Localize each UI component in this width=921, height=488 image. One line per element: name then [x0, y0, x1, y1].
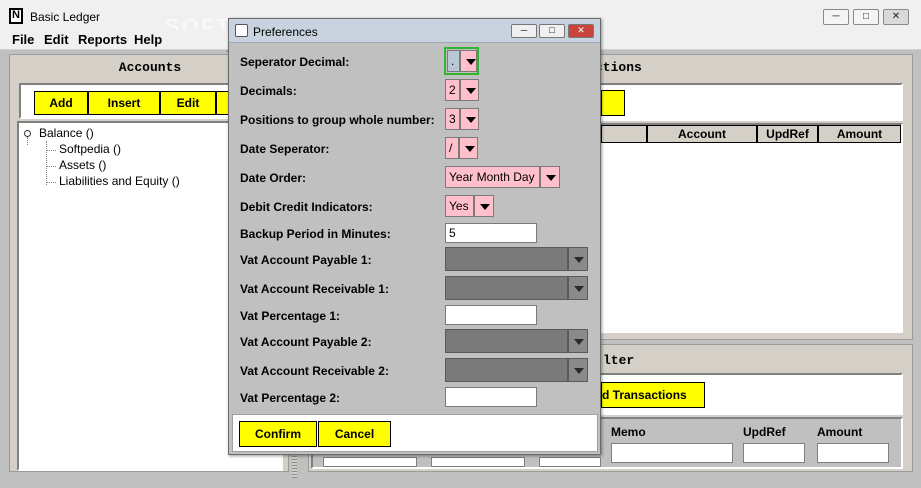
decimals-label: Decimals:: [240, 84, 297, 98]
dialog-title-bar[interactable]: Preferences ─ □ ✕: [229, 19, 600, 43]
vat-payable-2-dropdown-icon[interactable]: [568, 329, 588, 353]
debit-credit-dropdown-icon[interactable]: [474, 195, 494, 217]
menu-edit[interactable]: Edit: [44, 32, 69, 47]
vat-payable-2-label: Vat Account Payable 2:: [240, 335, 372, 349]
insert-account-button[interactable]: Insert: [88, 91, 160, 115]
column-header-blank[interactable]: [601, 125, 647, 143]
updref-label: UpdRef: [743, 425, 786, 439]
tree-connector: [46, 141, 47, 185]
menu-help[interactable]: Help: [134, 32, 162, 47]
dialog-close-icon[interactable]: ✕: [568, 24, 594, 38]
date-order-combo[interactable]: Year Month Day: [445, 166, 540, 188]
edit-account-button[interactable]: Edit: [160, 91, 216, 115]
maximize-icon[interactable]: □: [853, 9, 879, 25]
filter-field-3[interactable]: [539, 457, 601, 467]
backup-period-input[interactable]: 5: [445, 223, 537, 243]
vat-payable-1-combo[interactable]: [445, 247, 568, 271]
date-order-label: Date Order:: [240, 171, 307, 185]
dialog-footer: Confirm Cancel: [232, 414, 598, 452]
memo-input[interactable]: [611, 443, 733, 463]
cancel-button[interactable]: Cancel: [318, 421, 391, 447]
find-transactions-button[interactable]: d Transactions: [601, 382, 705, 408]
amount-input[interactable]: [817, 443, 889, 463]
group-positions-combo[interactable]: 3: [445, 108, 460, 130]
vat-receivable-1-dropdown-icon[interactable]: [568, 276, 588, 300]
tree-connector: [46, 182, 56, 183]
vat-receivable-2-dropdown-icon[interactable]: [568, 358, 588, 382]
vat-receivable-2-combo[interactable]: [445, 358, 568, 382]
ledger-app-icon: N: [9, 8, 23, 24]
separator-decimal-dropdown-icon[interactable]: [460, 50, 477, 72]
amount-label: Amount: [817, 425, 863, 439]
vat-receivable-2-label: Vat Account Receivable 2:: [240, 364, 389, 378]
date-separator-label: Date Seperator:: [240, 142, 330, 156]
updref-input[interactable]: [743, 443, 805, 463]
decimals-combo[interactable]: 2: [445, 79, 460, 101]
menu-reports[interactable]: Reports: [78, 32, 127, 47]
date-order-dropdown-icon[interactable]: [540, 166, 560, 188]
filter-field-2[interactable]: [431, 457, 525, 467]
filter-title: lter: [603, 353, 635, 368]
filter-field-1[interactable]: [323, 457, 417, 467]
dialog-minimize-icon[interactable]: ─: [511, 24, 537, 38]
splitter-handle[interactable]: [292, 456, 297, 478]
transactions-title: ctions: [595, 60, 642, 75]
tree-item-assets[interactable]: Assets (): [59, 158, 106, 172]
column-header-amount[interactable]: Amount: [818, 125, 901, 143]
confirm-button[interactable]: Confirm: [239, 421, 317, 447]
vat-receivable-1-label: Vat Account Receivable 1:: [240, 282, 389, 296]
separator-decimal-label: Seperator Decimal:: [240, 55, 350, 69]
column-header-updref[interactable]: UpdRef: [757, 125, 818, 143]
vat-payable-1-dropdown-icon[interactable]: [568, 247, 588, 271]
decimals-dropdown-icon[interactable]: [460, 79, 479, 101]
vat-payable-1-label: Vat Account Payable 1:: [240, 253, 372, 267]
dialog-maximize-icon[interactable]: □: [539, 24, 565, 38]
vat-percentage-1-label: Vat Percentage 1:: [240, 309, 341, 323]
vat-percentage-1-input[interactable]: [445, 305, 537, 325]
vat-percentage-2-input[interactable]: [445, 387, 537, 407]
tree-item-balance[interactable]: Balance (): [39, 126, 94, 140]
dialog-title: Preferences: [253, 25, 318, 39]
group-positions-label: Positions to group whole number:: [240, 113, 435, 127]
close-icon[interactable]: ✕: [883, 9, 909, 25]
date-separator-combo[interactable]: /: [445, 137, 459, 159]
java-cup-icon: [235, 24, 248, 37]
menu-file[interactable]: File: [12, 32, 34, 47]
debit-credit-label: Debit Credit Indicators:: [240, 200, 373, 214]
memo-label: Memo: [611, 425, 646, 439]
separator-decimal-combo[interactable]: .: [447, 50, 460, 72]
column-header-account[interactable]: Account: [647, 125, 757, 143]
transactions-action-button[interactable]: [601, 90, 625, 116]
tree-item-liabilities[interactable]: Liabilities and Equity (): [59, 174, 180, 188]
vat-percentage-2-label: Vat Percentage 2:: [240, 391, 341, 405]
backup-period-label: Backup Period in Minutes:: [240, 227, 391, 241]
tree-item-softpedia[interactable]: Softpedia (): [59, 142, 121, 156]
tree-node-icon[interactable]: [24, 130, 31, 137]
tree-connector: [27, 137, 28, 145]
vat-receivable-1-combo[interactable]: [445, 276, 568, 300]
add-account-button[interactable]: Add: [34, 91, 88, 115]
window-title: Basic Ledger: [30, 10, 101, 24]
date-separator-dropdown-icon[interactable]: [459, 137, 478, 159]
vat-payable-2-combo[interactable]: [445, 329, 568, 353]
group-positions-dropdown-icon[interactable]: [460, 108, 479, 130]
minimize-icon[interactable]: ─: [823, 9, 849, 25]
tree-connector: [46, 166, 56, 167]
preferences-dialog: Preferences ─ □ ✕ Seperator Decimal: . D…: [228, 18, 601, 455]
tree-connector: [46, 150, 56, 151]
debit-credit-combo[interactable]: Yes: [445, 195, 474, 217]
